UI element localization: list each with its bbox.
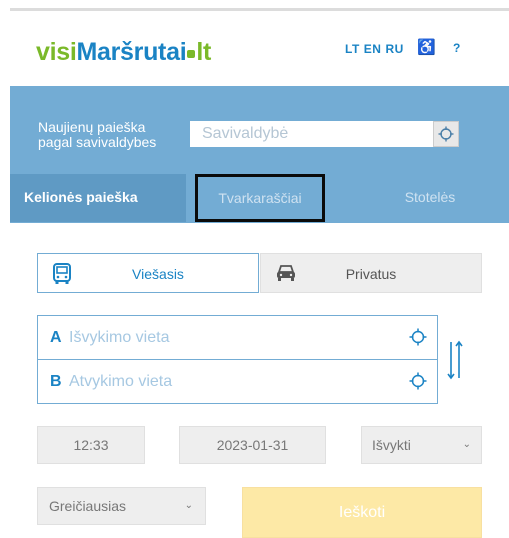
locate-destination-icon[interactable] (409, 372, 427, 390)
municipality-locate-button[interactable] (433, 121, 459, 147)
private-transport-label: Privatus (345, 266, 397, 282)
site-header: visiMaršrutai lt LT EN RU ♿ ? (10, 11, 509, 86)
chevron-down-icon: ⌄ (462, 439, 471, 450)
origin-marker: A (50, 329, 62, 346)
route-inputs: A B (37, 315, 438, 404)
tab-trip-search[interactable]: Kelionės paieška (10, 174, 186, 222)
sort-value: Greičiausias (49, 498, 127, 514)
date-field[interactable]: 2023-01-31 (179, 426, 326, 464)
search-button[interactable]: Ieškoti (242, 487, 482, 538)
site-logo[interactable]: visiMaršrutai lt (36, 38, 211, 67)
destination-input[interactable] (69, 369, 389, 395)
chevron-down-icon: ⌄ (184, 500, 193, 511)
swap-route-icon[interactable] (446, 338, 464, 382)
origin-input[interactable] (69, 325, 389, 351)
tab-stops[interactable]: Stotelės (355, 174, 505, 222)
origin-row: A (38, 316, 437, 360)
departure-mode-select[interactable]: Išvykti ⌄ (361, 426, 482, 464)
public-transport-option[interactable]: Viešasis (37, 253, 259, 293)
public-transport-label: Viešasis (132, 266, 184, 282)
tab-schedules[interactable]: Tvarkaraščiai (195, 174, 325, 222)
destination-row: B (38, 360, 437, 404)
language-switcher: LT EN RU (345, 42, 408, 56)
private-transport-option[interactable]: Privatus (260, 253, 482, 293)
departure-mode-value: Išvykti (372, 437, 411, 453)
municipality-input[interactable] (190, 121, 436, 147)
help-icon[interactable]: ? (453, 41, 460, 55)
sort-select[interactable]: Greičiausias ⌄ (37, 487, 206, 525)
accessibility-icon[interactable]: ♿ (417, 38, 436, 56)
destination-marker: B (50, 373, 62, 390)
lang-ru[interactable]: RU (385, 42, 403, 56)
time-field[interactable]: 12:33 (37, 426, 145, 464)
lang-lt[interactable]: LT (345, 42, 360, 56)
locate-origin-icon[interactable] (409, 328, 427, 346)
lang-en[interactable]: EN (364, 42, 382, 56)
crosshair-icon (438, 126, 454, 142)
municipality-search-label: Naujienų paieška pagal savivaldybes (38, 119, 157, 150)
